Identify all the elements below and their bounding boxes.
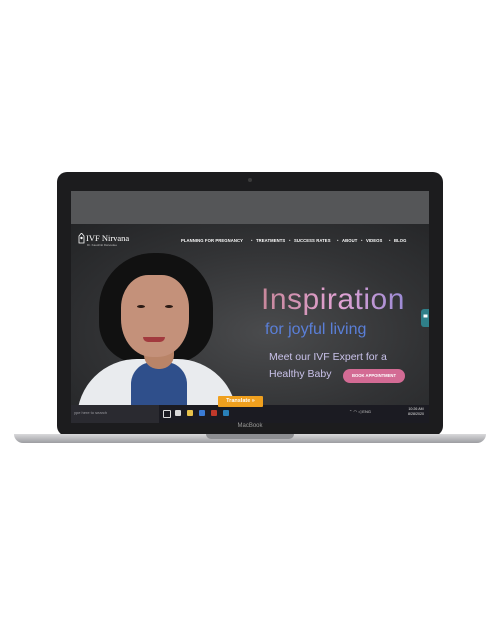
webcam-icon — [248, 178, 252, 182]
taskbar-search-placeholder: ype here to search — [74, 410, 108, 415]
nav-videos[interactable]: VIDEOS — [366, 238, 382, 243]
laptop-brand-label: MacBook — [237, 423, 263, 429]
nav-separator: • — [289, 238, 291, 243]
chat-icon — [423, 314, 427, 318]
clock-date: 8/28/2020 — [408, 412, 424, 416]
doctor-lips — [143, 337, 165, 342]
chevron-up-icon[interactable]: ⌃ — [349, 409, 352, 414]
nav-separator: • — [389, 238, 391, 243]
book-appointment-button[interactable]: BOOK APPOINTMENT — [343, 369, 405, 383]
system-tray[interactable]: ⌃ ◠ ◁ ENG — [349, 409, 371, 414]
laptop-hinge-notch — [206, 434, 294, 439]
file-explorer-icon[interactable] — [187, 410, 193, 416]
mail-icon[interactable] — [175, 410, 181, 416]
store-icon[interactable] — [199, 410, 205, 416]
hero-tagline-line2: Healthy Baby — [269, 368, 332, 380]
translate-button[interactable]: Translate » — [218, 396, 263, 407]
doctor-eye — [137, 305, 145, 308]
site-logo-subtitle: Dr. Kaushiki Dwivedee — [87, 243, 118, 247]
taskbar-clock[interactable]: 10:26 AM 8/28/2020 — [408, 407, 424, 417]
hero-headline: Inspiration — [261, 283, 405, 316]
doctor-eye — [165, 305, 173, 308]
nav-treatments[interactable]: TREATMENTS — [256, 238, 285, 243]
hero-tagline-line1: Meet our IVF Expert for a — [269, 351, 387, 363]
app-icon[interactable] — [211, 410, 217, 416]
logo-icon — [78, 233, 85, 244]
hero-subheadline: for joyful living — [265, 321, 367, 338]
laptop-screen: IVF Nirvana Dr. Kaushiki Dwivedee PLANNI… — [71, 191, 429, 423]
nav-planning-for-pregnancy[interactable]: PLANNING FOR PREGNANCY — [181, 238, 243, 243]
browser-icon[interactable] — [223, 410, 229, 416]
side-widget-tab[interactable] — [421, 309, 429, 327]
language-indicator[interactable]: ENG — [362, 409, 371, 414]
nav-blog[interactable]: BLOG — [394, 238, 407, 243]
nav-success-rates[interactable]: SUCCESS RATES — [294, 238, 331, 243]
nav-separator: • — [251, 238, 253, 243]
browser-top-area — [71, 191, 429, 224]
nav-separator: • — [361, 238, 363, 243]
task-view-icon[interactable] — [163, 410, 171, 418]
nav-about[interactable]: ABOUT — [342, 238, 357, 243]
site-logo[interactable]: IVF Nirvana — [86, 233, 129, 243]
doctor-face — [121, 275, 189, 357]
nav-separator: • — [337, 238, 339, 243]
